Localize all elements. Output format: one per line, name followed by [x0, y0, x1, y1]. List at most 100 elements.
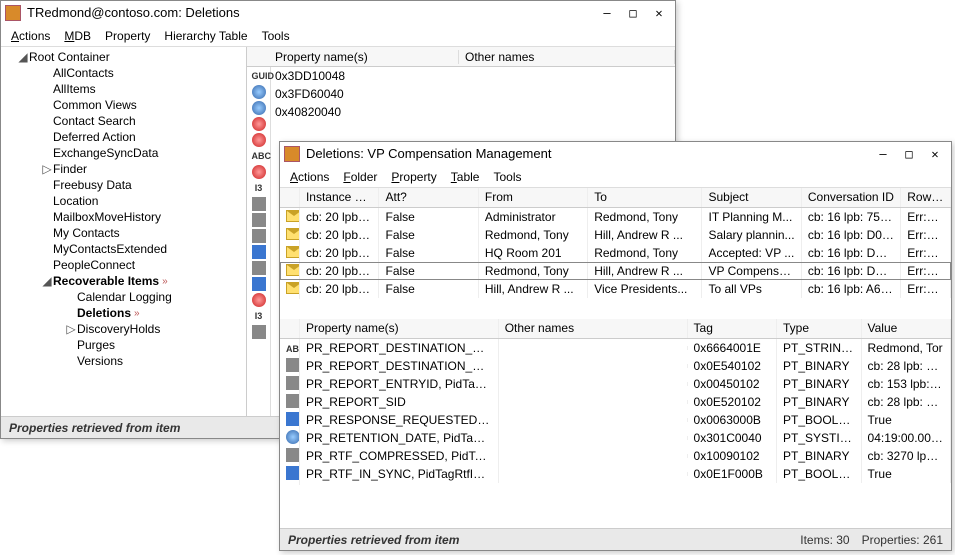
cell-rowtype: Err:0x80 [901, 280, 951, 298]
cell-name: PR_RTF_COMPRESSED, PidTag... [300, 447, 499, 465]
message-columns: Instance Key Att? From To Subject Conver… [280, 188, 951, 208]
tree-item[interactable]: MailboxMoveHistory [1, 209, 246, 225]
tree-label: My Contacts [53, 226, 120, 240]
property-row[interactable]: PR_REPORT_ENTRYID, PidTagR...0x00450102P… [280, 375, 951, 393]
properties-count: Properties: 261 [862, 533, 943, 547]
expand-icon[interactable]: ▷ [65, 322, 77, 336]
message-row[interactable]: cb: 20 lpb: 0...FalseRedmond, TonyHill, … [280, 262, 951, 280]
app-icon [5, 5, 21, 21]
property-row[interactable]: PR_RETENTION_DATE, PidTagR...0x301C0040P… [280, 429, 951, 447]
tree-label: Deferred Action [53, 130, 136, 144]
maximize-button[interactable]: □ [621, 4, 645, 22]
col-to[interactable]: To [588, 188, 702, 207]
expand-icon[interactable]: ▷ [41, 162, 53, 176]
window-title: Deletions: VP Compensation Management [306, 146, 871, 161]
property-row[interactable]: PR_RESPONSE_REQUESTED, Pid...0x0063000BP… [280, 411, 951, 429]
expand-icon[interactable]: ◢ [17, 50, 29, 64]
property-row[interactable]: 0x3FD60040 [271, 85, 675, 103]
menu-mdb[interactable]: MDB [64, 29, 91, 43]
col-conversation[interactable]: Conversation ID [802, 188, 901, 207]
titlebar[interactable]: TRedmond@contoso.com: Deletions — □ ✕ [1, 1, 675, 25]
tree-item[interactable]: Calendar Logging [1, 289, 246, 305]
sq-icon [286, 412, 300, 426]
tree-item[interactable]: Deletions» [1, 305, 246, 321]
col-other-names[interactable]: Other names [499, 319, 688, 338]
tree-item[interactable]: ▷Finder [1, 161, 246, 177]
col-subject[interactable]: Subject [702, 188, 801, 207]
tree-item[interactable]: Deferred Action [1, 129, 246, 145]
col-other-names[interactable]: Other names [459, 50, 675, 64]
message-row[interactable]: cb: 20 lpb: 0...FalseAdministratorRedmon… [280, 208, 951, 226]
tree-item[interactable]: Common Views [1, 97, 246, 113]
property-row[interactable]: PR_RTF_IN_SYNC, PidTagRtfInS...0x0E1F000… [280, 465, 951, 483]
tree-item[interactable]: ◢Recoverable Items» [1, 273, 246, 289]
property-row[interactable]: ABCPR_REPORT_DESTINATION_NA...0x6664001E… [280, 339, 951, 357]
tree-item[interactable]: MyContactsExtended [1, 241, 246, 257]
tree-item[interactable]: ◢Root Container [1, 49, 246, 65]
menu-table[interactable]: Table [451, 170, 480, 184]
tree-item[interactable]: PeopleConnect [1, 257, 246, 273]
minimize-button[interactable]: — [871, 145, 895, 163]
tree-item[interactable]: Location [1, 193, 246, 209]
col-tag[interactable]: Tag [688, 319, 777, 338]
property-row[interactable]: 0x40820040 [271, 103, 675, 121]
tree-label: Deletions [77, 306, 131, 320]
horizontal-scrollbar[interactable] [280, 302, 951, 319]
message-table[interactable]: cb: 20 lpb: 0...FalseAdministratorRedmon… [280, 208, 951, 302]
tree-item[interactable]: Purges [1, 337, 246, 353]
message-row[interactable]: cb: 20 lpb: 0...FalseHill, Andrew R ...V… [280, 280, 951, 298]
cell-conversation: cb: 16 lpb: A6F... [802, 280, 901, 298]
abc-icon: ABC [252, 149, 266, 163]
cell-other [499, 418, 688, 422]
property-row[interactable]: 0x3DD10048 [271, 67, 675, 85]
message-row[interactable]: cb: 20 lpb: 0...FalseRedmond, TonyHill, … [280, 226, 951, 244]
property-row[interactable]: PR_RTF_COMPRESSED, PidTag...0x10090102PT… [280, 447, 951, 465]
menu-folder[interactable]: Folder [343, 170, 377, 184]
expand-icon[interactable]: ◢ [41, 274, 53, 288]
tree-item[interactable]: My Contacts [1, 225, 246, 241]
property-table[interactable]: ABCPR_REPORT_DESTINATION_NA...0x6664001E… [280, 339, 951, 511]
tree-item[interactable]: AllContacts [1, 65, 246, 81]
maximize-button[interactable]: □ [897, 145, 921, 163]
close-button[interactable]: ✕ [923, 145, 947, 163]
cell-from: Hill, Andrew R ... [479, 280, 588, 298]
tree-pane[interactable]: ◢Root ContainerAllContactsAllItemsCommon… [1, 47, 247, 416]
col-value[interactable]: Value [862, 319, 951, 338]
horizontal-scrollbar[interactable] [280, 511, 951, 528]
col-property-name[interactable]: Property name(s) [269, 50, 459, 64]
col-rowtype[interactable]: Row Typ [901, 188, 951, 207]
menu-property[interactable]: Property [391, 170, 436, 184]
menu-property[interactable]: Property [105, 29, 150, 43]
tree-item[interactable]: Freebusy Data [1, 177, 246, 193]
envelope-icon [286, 228, 300, 240]
binary-icon [252, 197, 266, 211]
tree-item[interactable]: ▷DiscoveryHolds [1, 321, 246, 337]
message-row[interactable]: cb: 20 lpb: 0...FalseHQ Room 201Redmond,… [280, 244, 951, 262]
tree-item[interactable]: Contact Search [1, 113, 246, 129]
property-row[interactable]: PR_REPORT_SID0x0E520102PT_BINARYcb: 28 l… [280, 393, 951, 411]
minimize-button[interactable]: — [595, 4, 619, 22]
cell-other [499, 364, 688, 368]
cell-tag: 0x0E540102 [688, 357, 777, 375]
menu-tools[interactable]: Tools [493, 170, 521, 184]
col-property-name[interactable]: Property name(s) [300, 319, 499, 338]
property-row[interactable]: PR_REPORT_DESTINATION_SID0x0E540102PT_BI… [280, 357, 951, 375]
close-button[interactable]: ✕ [647, 4, 671, 22]
tree-item[interactable]: AllItems [1, 81, 246, 97]
menu-tools[interactable]: Tools [262, 29, 290, 43]
cell-value: True [862, 411, 951, 429]
tree-label: Location [53, 194, 98, 208]
menu-hierarchy[interactable]: Hierarchy Table [164, 29, 247, 43]
menu-actions[interactable]: Actions [11, 29, 50, 43]
col-instance-key[interactable]: Instance Key [300, 188, 380, 207]
col-type[interactable]: Type [777, 319, 862, 338]
property-label: 0x40820040 [275, 105, 341, 119]
menu-actions[interactable]: Actions [290, 170, 329, 184]
tree-item[interactable]: ExchangeSyncData [1, 145, 246, 161]
col-from[interactable]: From [479, 188, 588, 207]
col-att[interactable]: Att? [379, 188, 478, 207]
tree-item[interactable]: Versions [1, 353, 246, 369]
cell-type: PT_BINARY [777, 357, 862, 375]
i3-icon: I3 [252, 181, 266, 195]
titlebar[interactable]: Deletions: VP Compensation Management — … [280, 142, 951, 166]
